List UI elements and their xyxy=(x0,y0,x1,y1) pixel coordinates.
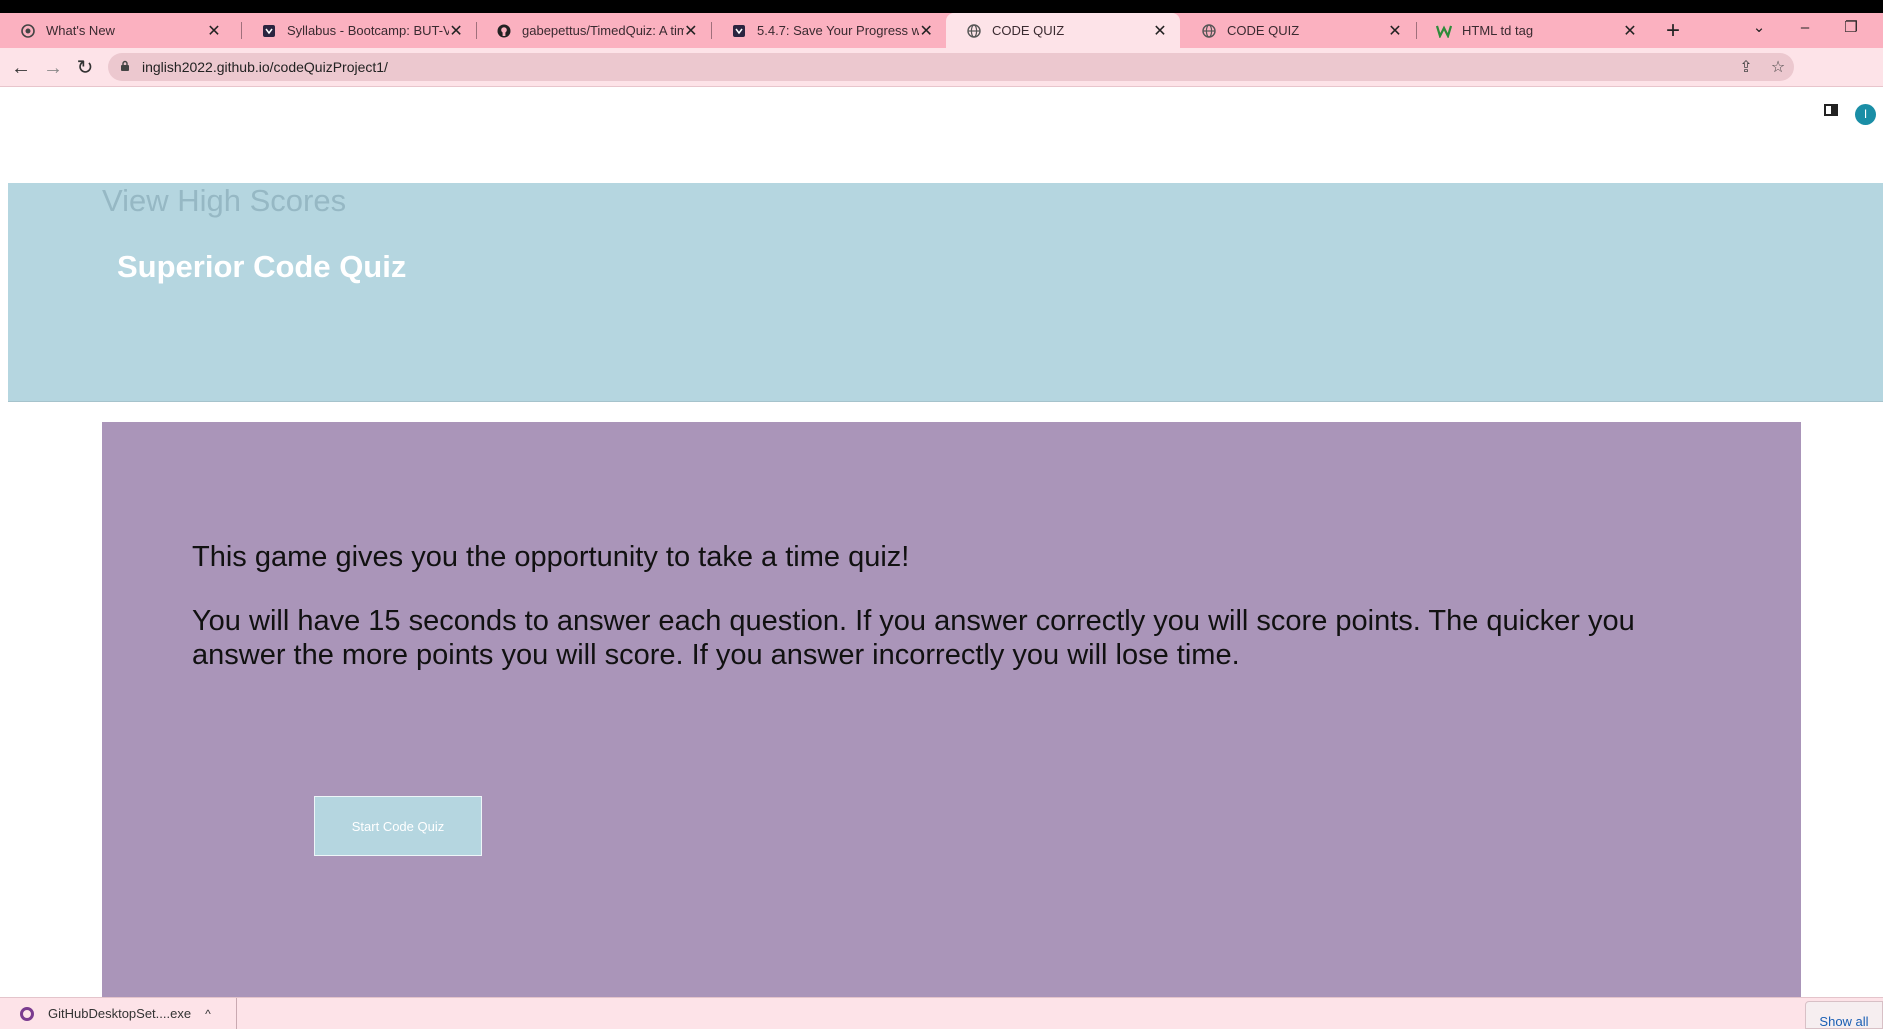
tab-separator xyxy=(476,22,477,39)
address-bar-actions: ⇪ ☆ xyxy=(1730,53,1794,81)
tab-title: HTML td tag xyxy=(1462,23,1534,38)
close-tab-icon[interactable]: ✕ xyxy=(1387,21,1403,41)
close-tab-icon[interactable]: ✕ xyxy=(684,21,698,41)
back-icon[interactable]: ← xyxy=(7,54,35,82)
github-icon xyxy=(496,23,512,39)
browser-toolbar: ← → ↻ inglish2022.github.io/codeQuizProj… xyxy=(0,48,1883,125)
close-tab-icon[interactable]: ✕ xyxy=(1622,21,1638,41)
tab-title: What's New xyxy=(46,23,115,38)
bookmark-star-icon[interactable]: ☆ xyxy=(1762,57,1794,77)
close-tab-icon[interactable]: ✕ xyxy=(919,21,933,41)
new-tab-button[interactable]: + xyxy=(1661,13,1685,48)
profile-avatar[interactable]: I xyxy=(1855,104,1876,125)
tab-title: 5.4.7: Save Your Progress with G xyxy=(757,23,920,38)
tab-separator xyxy=(1416,22,1417,39)
download-file-name: GitHubDesktopSet....exe xyxy=(48,1006,192,1021)
tab-code-quiz[interactable]: CODE QUIZ ✕ xyxy=(1181,13,1415,48)
tab-separator xyxy=(711,22,712,39)
tab-title: CODE QUIZ xyxy=(992,23,1065,38)
tab-html-td-tag[interactable]: HTML td tag ✕ xyxy=(1416,13,1650,48)
tab-strip: What's New ✕ Syllabus - Bootcamp: BUT-VI… xyxy=(0,13,1883,48)
tab-title: gabepettus/TimedQuiz: A timed xyxy=(522,23,684,38)
page-title: Superior Code Quiz xyxy=(117,249,407,284)
tab-title: CODE QUIZ xyxy=(1227,23,1300,38)
tab-github-timedquiz[interactable]: gabepettus/TimedQuiz: A timed ✕ xyxy=(476,13,710,48)
download-bar: GitHubDesktopSet....exe ^ Show all xyxy=(0,997,1883,1029)
view-high-scores-link[interactable]: View High Scores xyxy=(102,183,346,219)
canvas-icon xyxy=(261,23,277,39)
rules-text: You will have 15 seconds to answer each … xyxy=(192,605,1635,671)
close-tab-icon[interactable]: ✕ xyxy=(206,21,222,41)
side-panel-icon[interactable] xyxy=(1824,104,1838,116)
tab-title: Syllabus - Bootcamp: BUT-VIRT- xyxy=(287,23,450,38)
download-item[interactable]: GitHubDesktopSet....exe ^ xyxy=(0,998,237,1029)
lock-icon xyxy=(120,60,138,75)
url-text: inglish2022.github.io/codeQuizProject1/ xyxy=(142,59,388,75)
tab-save-progress[interactable]: 5.4.7: Save Your Progress with G ✕ xyxy=(711,13,945,48)
quiz-intro-panel: This game gives you the opportunity to t… xyxy=(102,422,1801,999)
globe-icon xyxy=(1201,23,1217,39)
download-file-icon xyxy=(20,1006,34,1021)
intro-text: This game gives you the opportunity to t… xyxy=(192,541,910,573)
restore-icon[interactable]: ❐ xyxy=(1831,13,1871,43)
tab-syllabus[interactable]: Syllabus - Bootcamp: BUT-VIRT- ✕ xyxy=(241,13,475,48)
close-tab-icon[interactable]: ✕ xyxy=(449,21,463,41)
share-icon[interactable]: ⇪ xyxy=(1730,57,1762,77)
tab-code-quiz-active[interactable]: CODE QUIZ ✕ xyxy=(946,13,1180,48)
globe-icon xyxy=(966,23,982,39)
forward-icon[interactable]: → xyxy=(39,54,67,82)
chevron-up-icon[interactable]: ^ xyxy=(205,1007,211,1021)
chrome-icon xyxy=(20,23,36,39)
window-top-edge xyxy=(0,0,1883,13)
start-quiz-button[interactable]: Start Code Quiz xyxy=(314,796,482,856)
address-bar[interactable]: inglish2022.github.io/codeQuizProject1/ … xyxy=(108,53,1794,81)
w3-icon xyxy=(1436,23,1452,39)
page-header: View High Scores Superior Code Quiz xyxy=(8,183,1883,402)
minimize-icon[interactable]: – xyxy=(1785,13,1825,43)
reload-icon[interactable]: ↻ xyxy=(71,54,99,82)
show-all-downloads-button[interactable]: Show all xyxy=(1805,1001,1883,1029)
close-tab-icon[interactable]: ✕ xyxy=(1152,21,1168,41)
tab-separator xyxy=(241,22,242,39)
tab-search-icon[interactable]: ⌄ xyxy=(1739,13,1779,43)
tab-whats-new[interactable]: What's New ✕ xyxy=(0,13,234,48)
canvas-icon xyxy=(731,23,747,39)
